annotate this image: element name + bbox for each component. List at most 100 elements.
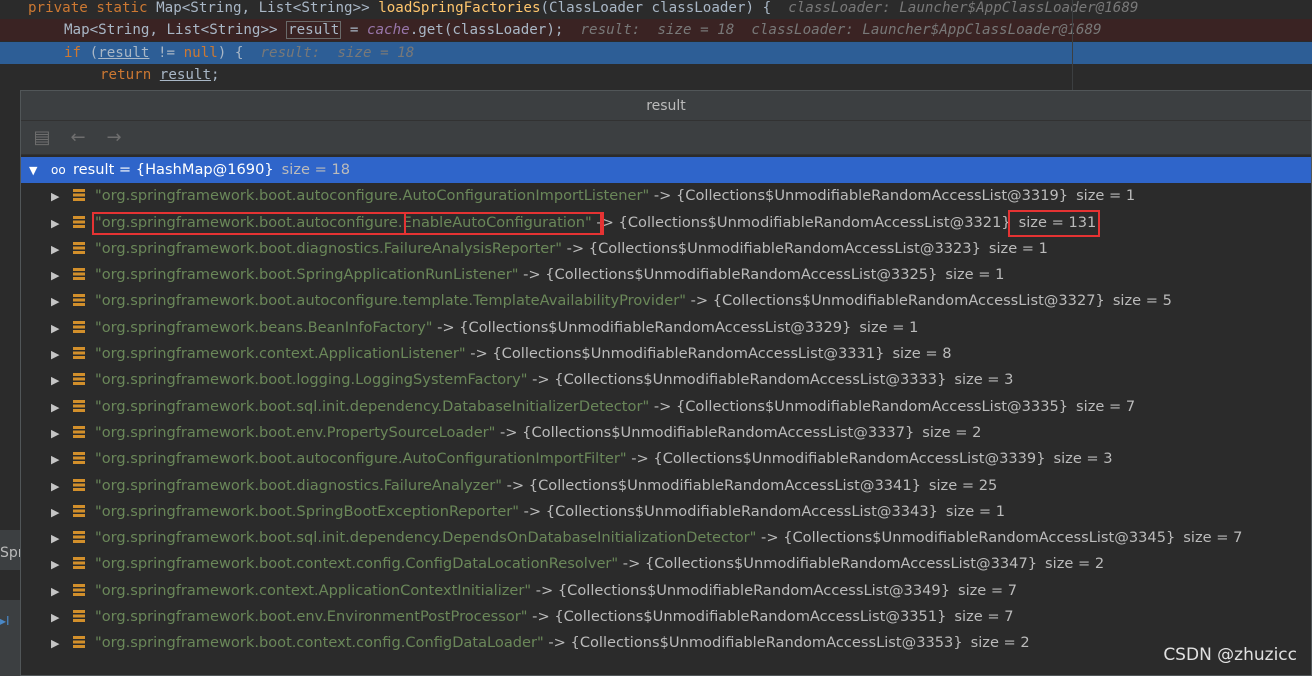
entry-key: "org.springframework.boot.diagnostics.Fa… (95, 239, 562, 257)
entry-key: "org.springframework.boot.autoconfigure.… (95, 450, 627, 468)
tree-entry-row[interactable]: ▶ "org.springframework.boot.context.confi… (21, 551, 1311, 577)
tree-entry-row[interactable]: ▶ "org.springframework.context.Applicatio… (21, 578, 1311, 604)
code-line-method-signature[interactable]: private static Map<String, List<String>>… (0, 0, 1312, 19)
entry-arrow: -> (523, 502, 542, 520)
entry-size: size = 3 (954, 371, 1014, 389)
popup-title[interactable]: result (21, 91, 1311, 121)
entry-value: {Collections$UnmodifiableRandomAccessLis… (570, 634, 963, 652)
tree-entry-row[interactable]: ▶ "org.springframework.boot.SpringBootExc… (21, 499, 1311, 525)
result-inspect-popup[interactable]: result ▤ ← → ▼ oo result = {HashMap@1690} s… (20, 90, 1312, 676)
code-line-cache-get[interactable]: Map<String, List<String>> result = cache… (0, 19, 1312, 41)
tree-entry-row[interactable]: ▶ "org.springframework.boot.context.confi… (21, 630, 1311, 656)
popup-toolbar: ▤ ← → (21, 121, 1311, 155)
expand-triangle-icon[interactable]: ▶ (51, 579, 73, 605)
variables-tree[interactable]: ▼ oo result = {HashMap@1690} size = 18 ▶ "or… (21, 157, 1311, 657)
tree-entry-row[interactable]: ▶ "org.springframework.boot.autoconfigure… (21, 209, 1311, 237)
tree-entry-row[interactable]: ▶ "org.springframework.boot.diagnostics.F… (21, 236, 1311, 262)
entry-key: "org.springframework.boot.SpringBootExce… (95, 502, 520, 520)
entry-key: "org.springframework.boot.logging.Loggin… (95, 371, 528, 389)
entry-key: "org.springframework.boot.env.Environmen… (95, 608, 528, 626)
entry-value: {Collections$UnmodifiableRandomAccessLis… (618, 213, 1011, 231)
cursor-icon: ▸I (0, 614, 10, 628)
entry-arrow: -> (523, 266, 541, 284)
list-entry-icon (73, 241, 85, 254)
entry-value: {Collections$UnmodifiableRandomAccessLis… (522, 423, 915, 441)
entry-value: {Collections$UnmodifiableRandomAccessLis… (675, 397, 1069, 415)
entry-size: size = 1 (988, 239, 1048, 257)
entry-key: "org.springframework.boot.context.config… (95, 555, 619, 573)
tree-entry-row[interactable]: ▶ "org.springframework.boot.SpringApplica… (21, 262, 1311, 288)
tree-entry-row[interactable]: ▶ "org.springframework.boot.autoconfigure… (21, 288, 1311, 314)
expand-triangle-icon[interactable]: ▶ (51, 237, 73, 263)
folder-icon[interactable]: ▤ (31, 127, 53, 148)
tree-entry-row[interactable]: ▶ "org.springframework.boot.autoconfigure… (21, 446, 1311, 472)
expand-triangle-icon[interactable]: ▶ (51, 526, 73, 552)
method-params: (ClassLoader classLoader) { (540, 0, 772, 16)
entry-key: "org.springframework.boot.sql.init.depen… (95, 397, 650, 415)
tree-entry-row[interactable]: ▶ "org.springframework.boot.sql.init.depe… (21, 394, 1311, 420)
expand-triangle-icon[interactable]: ▶ (51, 368, 73, 394)
expand-triangle-icon[interactable]: ▶ (51, 184, 73, 210)
entry-arrow: -> (548, 634, 566, 652)
expand-triangle-icon[interactable]: ▶ (51, 316, 73, 342)
expand-triangle-icon[interactable]: ▶ (51, 211, 73, 237)
entry-key: "org.springframework.boot.context.config… (95, 634, 544, 652)
tree-root-row[interactable]: ▼ oo result = {HashMap@1690} size = 18 (21, 157, 1311, 184)
expand-triangle-icon[interactable]: ▶ (51, 631, 73, 657)
tree-entry-row[interactable]: ▶ "org.springframework.boot.autoconfigure… (21, 183, 1311, 209)
expand-triangle-icon[interactable]: ▶ (51, 605, 73, 631)
entry-key: "org.springframework.boot.sql.init.depen… (95, 529, 757, 547)
entry-size: size = 7 (1183, 529, 1243, 547)
expand-triangle-icon[interactable]: ▶ (51, 263, 73, 289)
list-entry-icon (73, 294, 85, 307)
expand-triangle-icon[interactable]: ▶ (51, 447, 73, 473)
tree-entry-row[interactable]: ▶ "org.springframework.boot.env.PropertyS… (21, 420, 1311, 446)
cache-field: cache (366, 22, 410, 38)
code-line-return[interactable]: return result; (0, 64, 1312, 86)
entry-key: "org.springframework.boot.diagnostics.Fa… (95, 476, 503, 494)
entry-arrow: -> (532, 608, 550, 626)
expand-triangle-icon[interactable]: ▶ (51, 342, 73, 368)
semicolon: ; (211, 67, 220, 83)
expand-triangle-icon[interactable]: ▶ (51, 500, 73, 526)
tree-entry-row[interactable]: ▶ "org.springframework.boot.env.Environme… (21, 604, 1311, 630)
entry-arrow: -> (631, 450, 649, 468)
list-entry-icon (73, 504, 85, 517)
tree-entry-row[interactable]: ▶ "org.springframework.beans.BeanInfoFact… (21, 315, 1311, 341)
tree-entry-row[interactable]: ▶ "org.springframework.context.Applicatio… (21, 341, 1311, 367)
back-arrow-icon[interactable]: ← (67, 127, 89, 148)
list-entry-icon (73, 425, 85, 438)
list-entry-icon (73, 373, 85, 386)
entry-size: size = 5 (1112, 292, 1172, 310)
code-line-if-check[interactable]: if (result != null) { result: size = 18 (0, 42, 1312, 64)
entry-arrow: -> (437, 318, 455, 336)
method-name: loadSpringFactories (378, 0, 541, 16)
entry-key: "org.springframework.boot.env.PropertySo… (95, 423, 496, 441)
tree-entry-row[interactable]: ▶ "org.springframework.boot.diagnostics.F… (21, 473, 1311, 499)
expand-triangle-icon[interactable]: ▶ (51, 395, 73, 421)
entry-size: size = 1 (945, 502, 1005, 520)
keyword: return (100, 67, 160, 83)
entry-key: "org.springframework.context.Application… (95, 345, 466, 363)
root-size: size = 18 (281, 161, 351, 178)
entry-size: size = 1 (859, 318, 919, 336)
expand-triangle-icon[interactable]: ▶ (51, 289, 73, 315)
entry-size: size = 7 (1076, 397, 1136, 415)
forward-arrow-icon[interactable]: → (103, 127, 125, 148)
entry-value: {Collections$UnmodifiableRandomAccessLis… (644, 555, 1038, 573)
expand-triangle-icon[interactable]: ▶ (51, 552, 73, 578)
tree-entry-row[interactable]: ▶ "org.springframework.boot.logging.Loggi… (21, 367, 1311, 393)
expand-triangle-icon[interactable]: ▶ (51, 474, 73, 500)
keyword: private static (28, 0, 157, 16)
tree-entry-row[interactable]: ▶ "org.springframework.boot.sql.init.depe… (21, 525, 1311, 551)
list-entry-icon (73, 320, 85, 333)
collapse-triangle-icon[interactable]: ▼ (29, 158, 51, 184)
entry-value: {Collections$UnmodifiableRandomAccessLis… (492, 345, 885, 363)
entry-size: size = 3 (1053, 450, 1113, 468)
expand-triangle-icon[interactable]: ▶ (51, 421, 73, 447)
entry-size: size = 2 (1045, 555, 1105, 573)
entry-value: {Collections$UnmodifiableRandomAccessLis… (653, 450, 1046, 468)
entry-value: {Collections$UnmodifiableRandomAccessLis… (712, 292, 1105, 310)
entry-value: {Collections$UnmodifiableRandomAccessLis… (557, 581, 950, 599)
entry-size: size = 1 (1076, 187, 1136, 205)
